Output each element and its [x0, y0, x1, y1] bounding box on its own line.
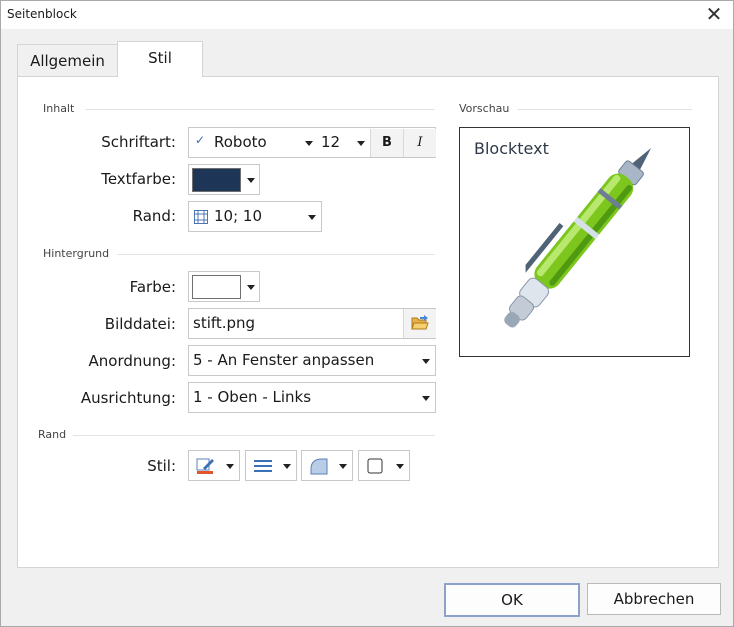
chevron-down-icon[interactable]	[247, 178, 255, 183]
margin-value: 10; 10	[214, 207, 262, 225]
textcolor-label: Textfarbe:	[101, 170, 176, 188]
chevron-down-icon[interactable]	[283, 464, 291, 469]
imagefile-field[interactable]: stift.png	[188, 308, 436, 339]
bgcolor-swatch	[192, 275, 241, 299]
font-dropdown-icon[interactable]	[305, 141, 313, 146]
ok-button[interactable]: OK	[444, 583, 580, 617]
border-color-button[interactable]	[188, 450, 240, 481]
margin-select[interactable]: 10; 10	[188, 201, 322, 232]
chevron-down-icon[interactable]	[422, 396, 430, 401]
section-hintergrund: Hintergrund	[43, 247, 110, 260]
folder-open-icon	[411, 315, 429, 330]
border-style-label: Stil:	[147, 457, 176, 475]
font-select[interactable]: Roboto	[214, 133, 267, 151]
tab-stil[interactable]: Stil	[117, 41, 203, 77]
size-dropdown-icon[interactable]	[357, 141, 365, 146]
divider	[517, 109, 692, 110]
chevron-down-icon[interactable]	[247, 285, 255, 290]
pen-color-icon	[196, 458, 214, 474]
section-rand: Rand	[38, 428, 67, 441]
corner-style-button[interactable]	[301, 450, 353, 481]
alignment-select[interactable]: 1 - Oben - Links	[188, 382, 436, 413]
section-inhalt: Inhalt	[43, 102, 75, 115]
imagefile-value[interactable]: stift.png	[193, 314, 255, 332]
rounded-corner-icon	[310, 458, 328, 475]
tab-allgemein[interactable]: Allgemein	[17, 44, 118, 77]
chevron-down-icon[interactable]	[308, 215, 316, 220]
chevron-down-icon[interactable]	[226, 464, 234, 469]
arrangement-value: 5 - An Fenster anpassen	[193, 351, 375, 369]
check-icon: ✓	[195, 133, 206, 147]
line-style-button[interactable]	[245, 450, 297, 481]
divider	[85, 109, 435, 110]
close-button[interactable]: ✕	[701, 3, 727, 27]
pen-image	[504, 147, 652, 328]
font-label: Schriftart:	[101, 133, 176, 151]
bgcolor-label: Farbe:	[129, 278, 176, 296]
bgcolor-picker[interactable]	[188, 271, 260, 302]
title-bar: Seitenblock ✕	[1, 1, 733, 29]
alignment-value: 1 - Oben - Links	[193, 388, 312, 406]
line-weight-icon	[254, 460, 272, 472]
grid-icon	[194, 210, 208, 224]
section-vorschau: Vorschau	[459, 102, 510, 115]
preview-area: Blocktext	[459, 127, 690, 357]
bold-button[interactable]: B	[370, 129, 403, 157]
preview-text: Blocktext	[474, 139, 549, 158]
divider	[117, 254, 435, 255]
square-icon	[367, 458, 383, 474]
arrangement-select[interactable]: 5 - An Fenster anpassen	[188, 345, 436, 376]
window-title: Seitenblock	[7, 7, 77, 21]
cancel-button[interactable]: Abbrechen	[587, 583, 721, 615]
font-toolbar: ✓ Roboto 12 B I	[188, 127, 436, 158]
dialog-window: Seitenblock ✕ Allgemein Stil Inhalt Schr…	[0, 0, 734, 627]
divider	[73, 435, 435, 436]
textcolor-swatch	[192, 168, 241, 192]
arrangement-label: Anordnung:	[88, 352, 176, 370]
italic-button[interactable]: I	[403, 129, 436, 157]
alignment-label: Ausrichtung:	[80, 389, 176, 407]
textcolor-picker[interactable]	[188, 164, 260, 195]
shadow-style-button[interactable]	[358, 450, 410, 481]
browse-button[interactable]	[403, 309, 436, 338]
chevron-down-icon[interactable]	[396, 464, 404, 469]
size-select[interactable]: 12	[321, 133, 340, 151]
imagefile-label: Bilddatei:	[104, 315, 176, 333]
margin-label: Rand:	[132, 207, 176, 225]
chevron-down-icon[interactable]	[339, 464, 347, 469]
chevron-down-icon[interactable]	[422, 359, 430, 364]
